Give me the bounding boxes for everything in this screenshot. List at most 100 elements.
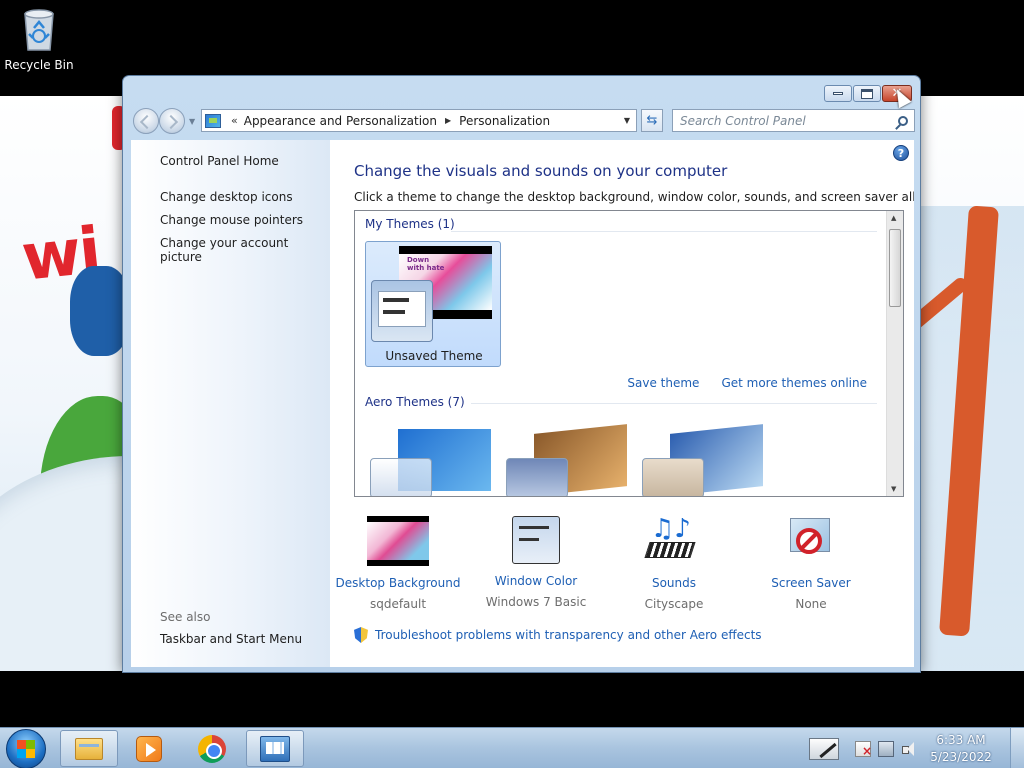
- maximize-button[interactable]: [853, 85, 881, 102]
- folder-icon: [75, 737, 103, 760]
- breadcrumb-appearance[interactable]: Appearance and Personalization: [244, 114, 437, 128]
- see-also-heading: See also: [160, 610, 211, 624]
- breadcrumb-personalization[interactable]: Personalization: [459, 114, 550, 128]
- shield-icon: [354, 627, 368, 643]
- network-icon[interactable]: [878, 740, 894, 757]
- taskbar-windows-media-player[interactable]: [120, 730, 178, 767]
- my-themes-heading[interactable]: My Themes (1): [365, 217, 455, 231]
- chrome-icon: [198, 734, 226, 763]
- theme-list[interactable]: My Themes (1) Down with hate Unsaved The…: [354, 210, 904, 497]
- piano-keys-icon: [644, 542, 696, 558]
- sounds-icon: ♫♪: [643, 516, 705, 566]
- recent-pages-chevron-icon[interactable]: ▼: [189, 117, 195, 126]
- refresh-button[interactable]: ⇆: [641, 109, 663, 132]
- taskbar-google-chrome[interactable]: [183, 730, 241, 767]
- wallpaper-character-head: [70, 266, 130, 356]
- sounds-link[interactable]: Sounds: [606, 576, 742, 590]
- maximize-icon: [861, 88, 873, 99]
- change-desktop-icons-link[interactable]: Change desktop icons: [160, 190, 293, 204]
- taskbar-windows-explorer[interactable]: [60, 730, 118, 767]
- volume-icon[interactable]: [901, 741, 917, 757]
- minimize-icon: [833, 92, 843, 95]
- change-mouse-pointers-link[interactable]: Change mouse pointers: [160, 213, 303, 227]
- theme-window-preview: [378, 291, 426, 327]
- theme-name: Unsaved Theme: [385, 349, 483, 363]
- minimize-button[interactable]: [824, 85, 852, 102]
- scroll-up-icon[interactable]: ▲: [891, 214, 896, 222]
- recycle-bin-icon: [20, 6, 58, 52]
- theme-window-preview: [506, 458, 568, 496]
- group-divider: [451, 231, 877, 232]
- window-color-setting[interactable]: Window Color Windows 7 Basic: [468, 516, 604, 609]
- change-account-picture-link[interactable]: Change your account picture: [160, 236, 330, 264]
- action-center-icon[interactable]: [855, 740, 872, 758]
- start-button[interactable]: [6, 729, 46, 768]
- personalization-window[interactable]: ✕ ▼ « Appearance and Personalization ▶ P…: [122, 75, 921, 673]
- scroll-down-icon[interactable]: ▼: [891, 485, 896, 493]
- control-panel-home-link[interactable]: Control Panel Home: [160, 154, 279, 168]
- get-more-themes-link[interactable]: Get more themes online: [721, 376, 867, 390]
- window-color-icon: [512, 516, 560, 564]
- desktop-background-art: [367, 522, 429, 560]
- search-box[interactable]: [672, 109, 915, 132]
- screen-saver-setting[interactable]: Screen Saver None: [743, 516, 879, 611]
- address-dropdown-icon[interactable]: ▼: [624, 116, 630, 125]
- show-desktop-button[interactable]: [1010, 728, 1024, 768]
- taskbar-control-panel[interactable]: [246, 730, 304, 767]
- pen-input-icon[interactable]: [809, 737, 839, 760]
- screen-saver-link[interactable]: Screen Saver: [743, 576, 879, 590]
- aero-themes-heading[interactable]: Aero Themes (7): [365, 395, 471, 409]
- search-icon[interactable]: [898, 115, 908, 126]
- taskbar: 6:33 AM 5/23/2022: [0, 727, 1024, 768]
- address-bar[interactable]: « Appearance and Personalization ▶ Perso…: [201, 109, 637, 132]
- screen-saver-icon: [780, 516, 842, 566]
- main-pane: ? Change the visuals and sounds on your …: [330, 140, 914, 667]
- desktop-background-link[interactable]: Desktop Background: [330, 576, 466, 590]
- breadcrumb-overflow[interactable]: «: [231, 114, 238, 127]
- architecture-theme-tile[interactable]: [501, 423, 637, 496]
- help-icon[interactable]: ?: [893, 145, 909, 161]
- troubleshoot-aero-row[interactable]: Troubleshoot problems with transparency …: [354, 627, 762, 643]
- task-pane: Control Panel Home Change desktop icons …: [131, 140, 330, 667]
- clock[interactable]: 6:33 AM 5/23/2022: [924, 732, 998, 766]
- screen-saver-value: None: [795, 597, 827, 611]
- control-panel-icon: [260, 735, 290, 762]
- page-subtitle: Click a theme to change the desktop back…: [354, 190, 914, 204]
- notification-area: 6:33 AM 5/23/2022: [809, 728, 1024, 768]
- unsaved-theme-tile[interactable]: Down with hate Unsaved Theme: [365, 241, 501, 367]
- refresh-icon: ⇆: [646, 113, 658, 128]
- sounds-value: Cityscape: [644, 597, 704, 611]
- no-entry-icon: [796, 528, 822, 554]
- search-input[interactable]: [680, 113, 880, 128]
- clock-date: 5/23/2022: [930, 749, 992, 764]
- scroll-thumb[interactable]: [889, 229, 901, 307]
- characters-theme-tile[interactable]: [637, 423, 773, 496]
- forward-button[interactable]: [159, 108, 185, 134]
- theme-window-color-thumbnail: [371, 280, 433, 342]
- media-player-icon: [136, 735, 162, 762]
- window-color-link[interactable]: Window Color: [468, 574, 604, 588]
- recycle-bin-shortcut[interactable]: Recycle Bin: [4, 6, 74, 72]
- save-theme-link[interactable]: Save theme: [627, 376, 699, 390]
- windows7-theme-tile[interactable]: [365, 423, 501, 496]
- back-button[interactable]: [133, 108, 159, 134]
- troubleshoot-aero-link[interactable]: Troubleshoot problems with transparency …: [375, 628, 762, 642]
- window-color-value: Windows 7 Basic: [485, 595, 587, 609]
- desktop-background-setting[interactable]: Desktop Background sqdefault: [330, 516, 466, 611]
- control-panel-icon: [205, 113, 221, 128]
- theme-window-preview: [642, 458, 704, 496]
- theme-list-scrollbar[interactable]: ▲ ▼: [886, 211, 903, 496]
- theme-actions: Save theme Get more themes online: [627, 376, 867, 390]
- page-title: Change the visuals and sounds on your co…: [354, 162, 728, 180]
- navigation-bar: ▼ « Appearance and Personalization ▶ Per…: [131, 108, 915, 134]
- desktop-background-icon: [367, 516, 429, 566]
- taskbar-start-menu-link[interactable]: Taskbar and Start Menu: [160, 632, 302, 646]
- windows-logo-icon: [17, 740, 35, 758]
- window-content: Control Panel Home Change desktop icons …: [131, 140, 914, 667]
- desktop-bottom-band: [0, 671, 1024, 727]
- desktop-background-value: sqdefault: [369, 597, 427, 611]
- sounds-setting[interactable]: ♫♪ Sounds Cityscape: [606, 516, 742, 611]
- recycle-bin-label: Recycle Bin: [4, 58, 74, 72]
- breadcrumb-arrow-icon[interactable]: ▶: [445, 116, 451, 125]
- theme-window-preview: [370, 458, 432, 496]
